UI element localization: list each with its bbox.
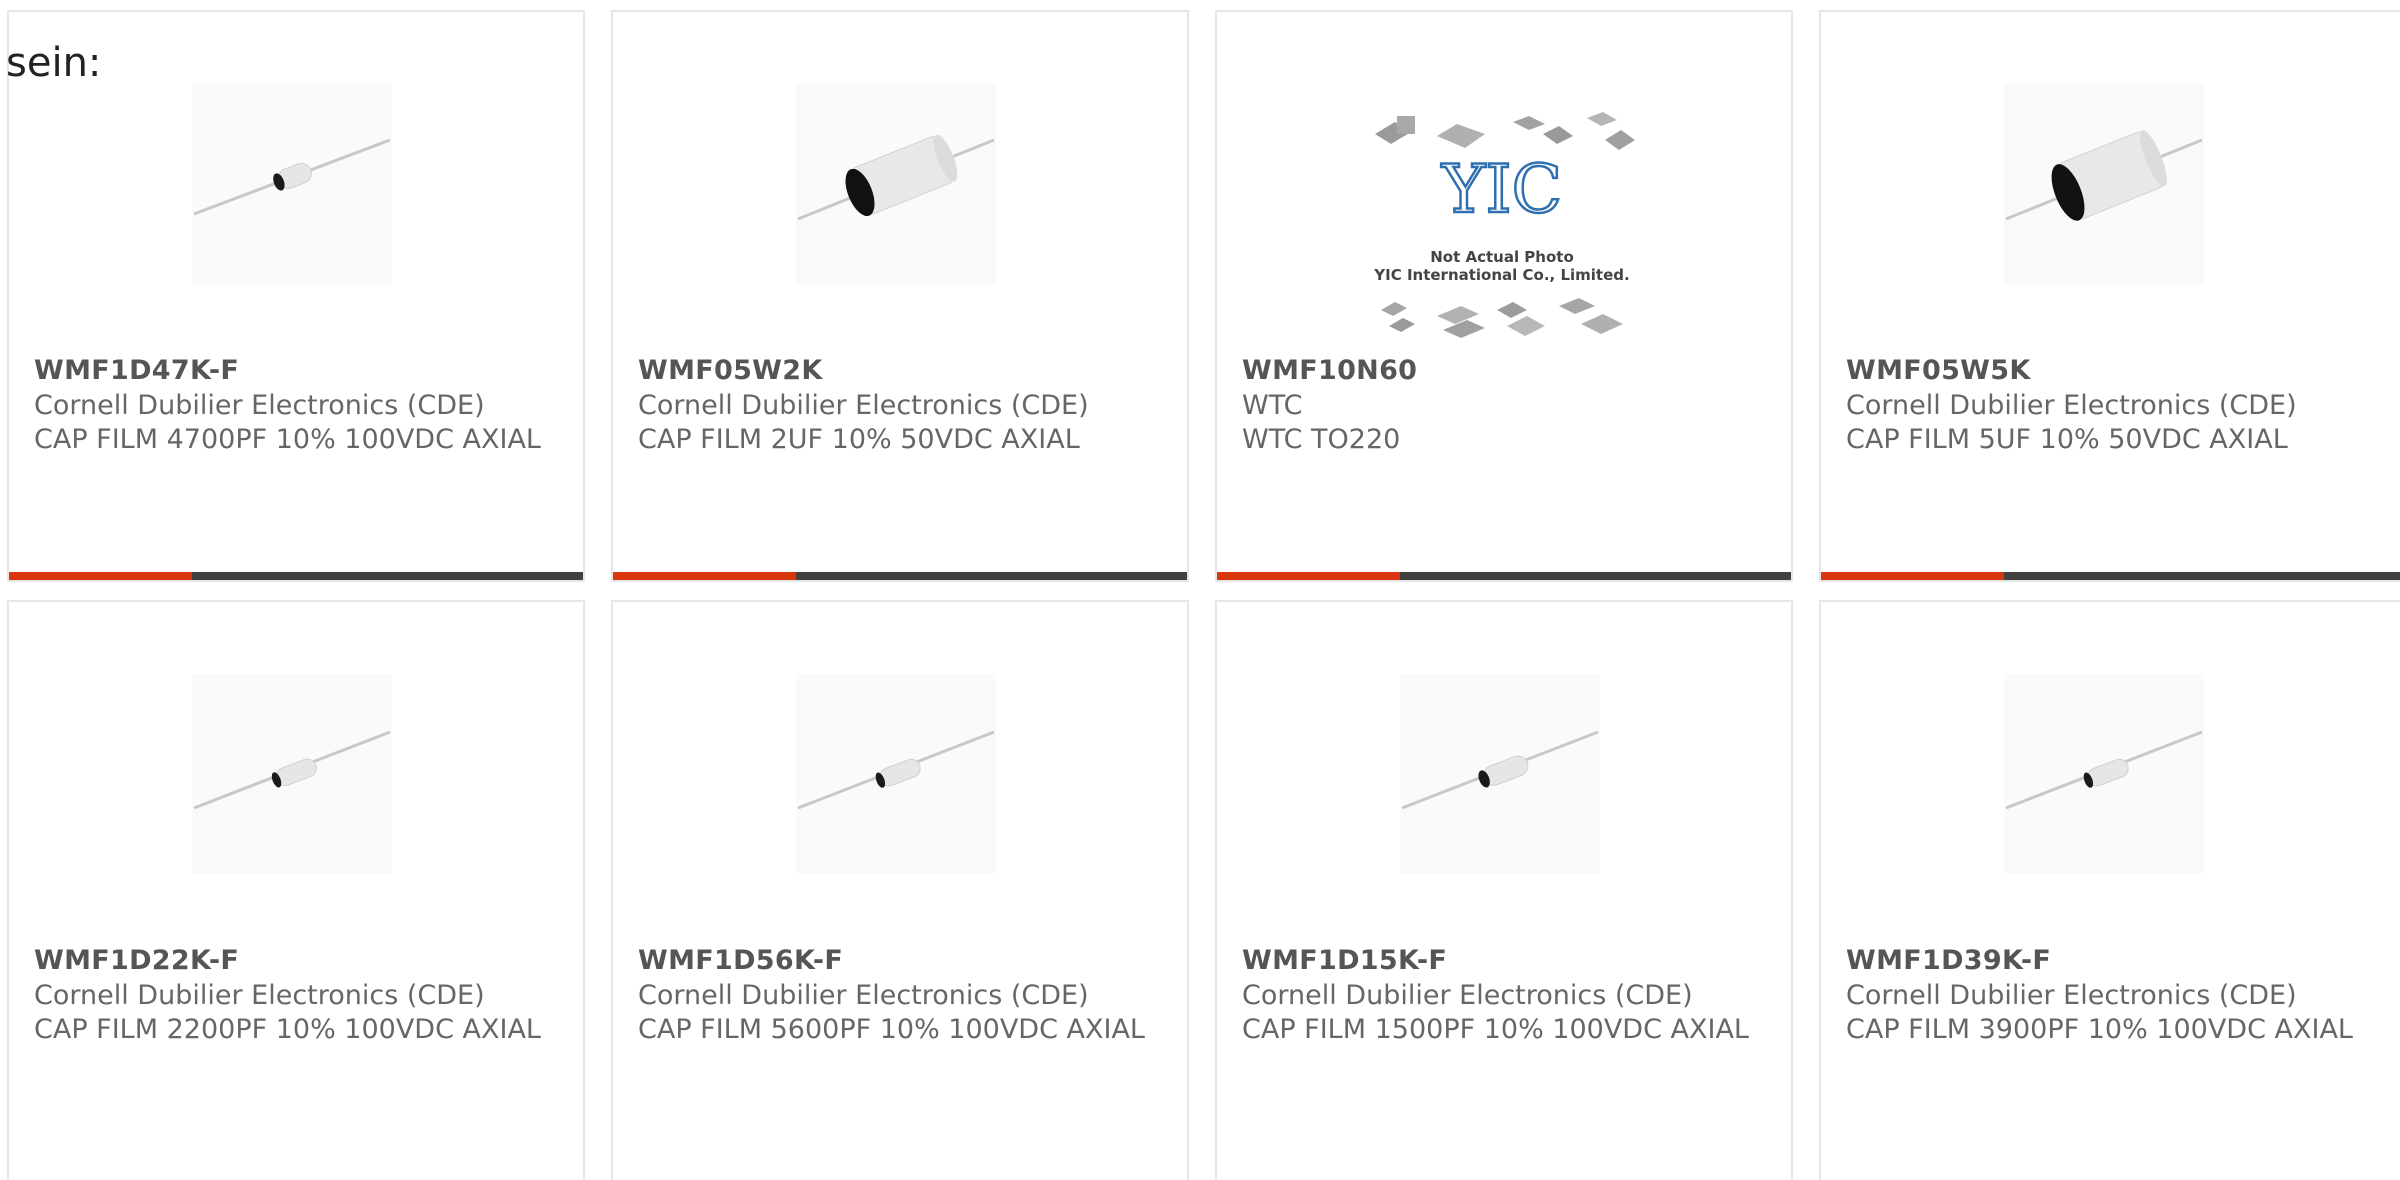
product-image[interactable] — [2004, 84, 2204, 284]
part-number[interactable]: WMF1D15K-F — [1242, 945, 1447, 976]
svg-text:Not Actual Photo: Not Actual Photo — [1430, 248, 1574, 266]
card-accent — [1217, 572, 1400, 580]
small-axial-capacitor-icon — [1401, 730, 1599, 810]
large-axial-capacitor-icon — [2005, 130, 2203, 221]
description: CAP FILM 2UF 10% 50VDC AXIAL — [638, 424, 1080, 455]
card-footer-bar — [1217, 572, 1791, 580]
product-card[interactable]: WMF1D56K-F Cornell Dubilier Electronics … — [611, 600, 1189, 1180]
svg-text:YIC International Co., Limited: YIC International Co., Limited. — [1373, 266, 1629, 284]
description: CAP FILM 1500PF 10% 100VDC AXIAL — [1242, 1014, 1749, 1045]
manufacturer: Cornell Dubilier Electronics (CDE) — [1242, 980, 1693, 1011]
description: CAP FILM 4700PF 10% 100VDC AXIAL — [34, 424, 541, 455]
description: WTC TO220 — [1242, 424, 1401, 455]
small-axial-capacitor-icon — [797, 730, 995, 810]
product-card[interactable]: WMF1D39K-F Cornell Dubilier Electronics … — [1819, 600, 2400, 1180]
product-image[interactable] — [192, 674, 392, 874]
product-image[interactable] — [796, 674, 996, 874]
part-number[interactable]: WMF1D56K-F — [638, 945, 843, 976]
product-card[interactable]: WMF05W5K Cornell Dubilier Electronics (C… — [1819, 10, 2400, 582]
product-image[interactable] — [192, 84, 392, 284]
manufacturer: Cornell Dubilier Electronics (CDE) — [34, 390, 485, 421]
product-card[interactable]: WMF05W2K Cornell Dubilier Electronics (C… — [611, 10, 1189, 582]
manufacturer: Cornell Dubilier Electronics (CDE) — [34, 980, 485, 1011]
part-number[interactable]: WMF1D47K-F — [34, 355, 239, 386]
product-image[interactable] — [796, 84, 996, 284]
part-number[interactable]: WMF1D39K-F — [1846, 945, 2051, 976]
card-footer-bar — [1821, 572, 2400, 580]
manufacturer: Cornell Dubilier Electronics (CDE) — [1846, 980, 2297, 1011]
manufacturer: Cornell Dubilier Electronics (CDE) — [638, 390, 1089, 421]
small-axial-capacitor-icon — [193, 138, 391, 216]
intro-text: sein: — [6, 40, 102, 86]
small-axial-capacitor-icon — [193, 730, 391, 810]
description: CAP FILM 5600PF 10% 100VDC AXIAL — [638, 1014, 1145, 1045]
description: CAP FILM 2200PF 10% 100VDC AXIAL — [34, 1014, 541, 1045]
product-card[interactable]: WMF1D15K-F Cornell Dubilier Electronics … — [1215, 600, 1793, 1180]
manufacturer: Cornell Dubilier Electronics (CDE) — [1846, 390, 2297, 421]
part-number[interactable]: WMF1D22K-F — [34, 945, 239, 976]
part-number[interactable]: WMF05W5K — [1846, 355, 2031, 386]
large-axial-capacitor-icon — [797, 134, 995, 221]
card-accent — [613, 572, 796, 580]
product-image[interactable] — [2004, 674, 2204, 874]
product-card[interactable]: YIC Not Actual Photo YIC International C… — [1215, 10, 1793, 582]
manufacturer: Cornell Dubilier Electronics (CDE) — [638, 980, 1089, 1011]
manufacturer: WTC — [1242, 390, 1303, 421]
card-footer-bar — [9, 572, 583, 580]
card-accent — [1821, 572, 2004, 580]
product-card[interactable]: WMF1D22K-F Cornell Dubilier Electronics … — [7, 600, 585, 1180]
small-axial-capacitor-icon — [2005, 730, 2203, 810]
part-number[interactable]: WMF05W2K — [638, 355, 823, 386]
product-image[interactable] — [1400, 674, 1600, 874]
yic-logo: YIC — [1441, 151, 1562, 228]
product-grid: WMF1D47K-F Cornell Dubilier Electronics … — [0, 0, 2400, 1180]
card-footer-bar — [613, 572, 1187, 580]
yic-placeholder-icon: YIC Not Actual Photo YIC International C… — [1373, 112, 1635, 338]
product-card[interactable]: WMF1D47K-F Cornell Dubilier Electronics … — [7, 10, 585, 582]
part-number[interactable]: WMF10N60 — [1242, 355, 1417, 386]
description: CAP FILM 3900PF 10% 100VDC AXIAL — [1846, 1014, 2353, 1045]
description: CAP FILM 5UF 10% 50VDC AXIAL — [1846, 424, 2288, 455]
product-image[interactable]: YIC Not Actual Photo YIC International C… — [1367, 94, 1637, 349]
card-accent — [9, 572, 192, 580]
